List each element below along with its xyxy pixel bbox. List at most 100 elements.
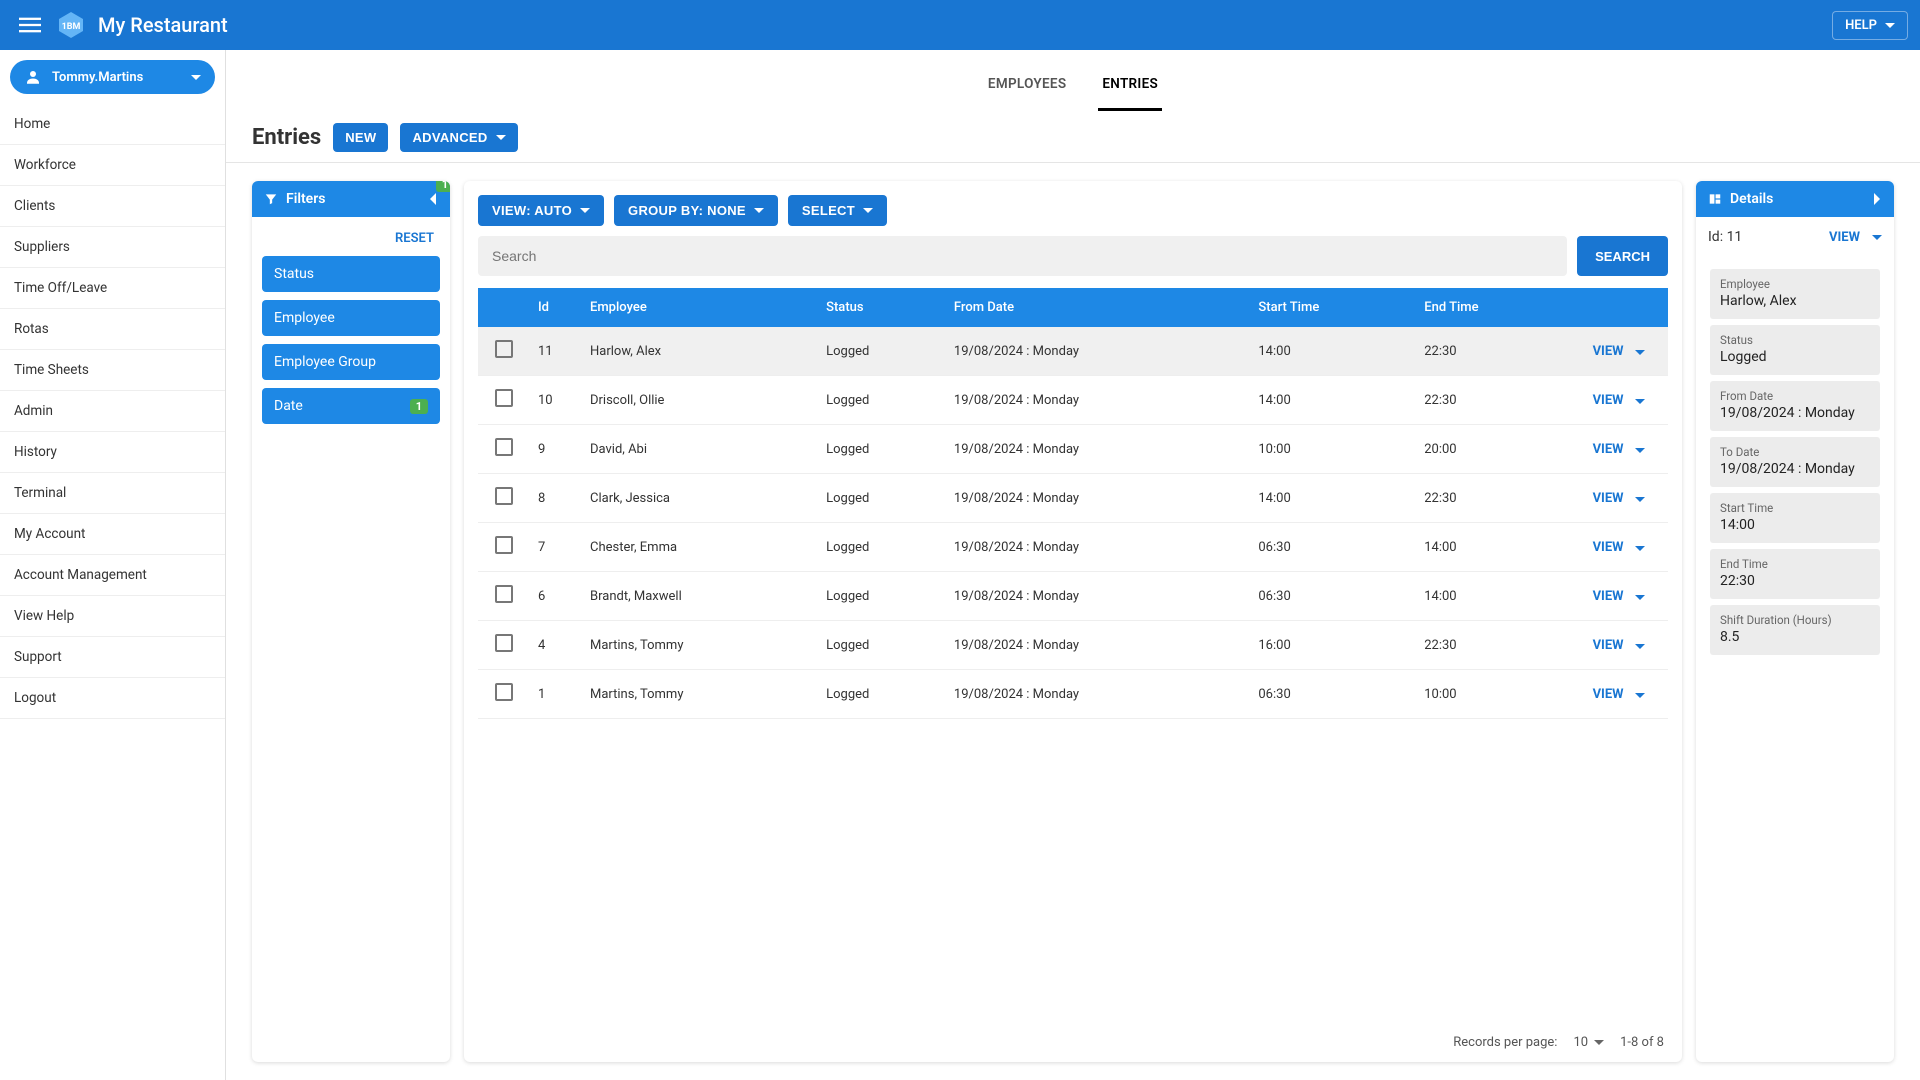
row-view-button[interactable]: VIEW [1593,540,1624,555]
chevron-down-icon[interactable] [1872,235,1882,240]
filter-count-badge: 1 [410,399,428,414]
col-from[interactable]: From Date [946,288,1250,327]
results-panel: VIEW: AUTO GROUP BY: NONE SELECT SEARCH … [464,181,1682,1062]
user-icon [24,68,42,86]
sidebar-item[interactable]: Clients [0,186,225,227]
chevron-down-icon [1594,1040,1604,1045]
row-checkbox[interactable] [495,487,513,505]
row-view-button[interactable]: VIEW [1593,491,1624,506]
detail-card: StatusLogged [1710,325,1880,375]
row-checkbox[interactable] [495,536,513,554]
filters-header[interactable]: Filters [252,181,450,217]
row-view-button[interactable]: VIEW [1593,589,1624,604]
chevron-down-icon[interactable] [1630,638,1650,653]
new-button[interactable]: NEW [333,123,388,152]
tabs: EMPLOYEES ENTRIES [226,50,1920,111]
detail-card: From Date19/08/2024 : Monday [1710,381,1880,431]
svg-text:1BM: 1BM [62,22,81,32]
tab-employees[interactable]: EMPLOYEES [984,68,1070,111]
row-checkbox[interactable] [495,438,513,456]
row-checkbox[interactable] [495,340,513,358]
chevron-down-icon [191,75,201,80]
row-view-button[interactable]: VIEW [1593,687,1624,702]
row-view-button[interactable]: VIEW [1593,344,1624,359]
tab-entries[interactable]: ENTRIES [1098,68,1162,111]
filter-chip[interactable]: Status [262,256,440,292]
table-row[interactable]: 10 Driscoll, Ollie Logged 19/08/2024 : M… [478,376,1668,425]
filter-chip[interactable]: Date1 [262,388,440,424]
sidebar-item[interactable]: Home [0,104,225,145]
sidebar-item[interactable]: My Account [0,514,225,555]
sidebar-item[interactable]: Account Management [0,555,225,596]
sidebar-item[interactable]: Terminal [0,473,225,514]
detail-card: End Time22:30 [1710,549,1880,599]
sidebar-item[interactable]: View Help [0,596,225,637]
details-id: Id: 11 [1708,229,1829,245]
detail-card: Start Time14:00 [1710,493,1880,543]
page-header: Entries NEW ADVANCED [226,111,1920,163]
entries-table: Id Employee Status From Date Start Time … [478,288,1668,719]
detail-card: Shift Duration (Hours)8.5 [1710,605,1880,655]
row-checkbox[interactable] [495,634,513,652]
chevron-down-icon[interactable] [1630,687,1650,702]
chevron-down-icon[interactable] [1630,589,1650,604]
table-row[interactable]: 1 Martins, Tommy Logged 19/08/2024 : Mon… [478,670,1668,719]
sidebar-item[interactable]: Time Off/Leave [0,268,225,309]
table-row[interactable]: 11 Harlow, Alex Logged 19/08/2024 : Mond… [478,327,1668,376]
row-view-button[interactable]: VIEW [1593,393,1624,408]
sidebar-item[interactable]: Time Sheets [0,350,225,391]
row-checkbox[interactable] [495,683,513,701]
col-end[interactable]: End Time [1416,288,1568,327]
advanced-label: ADVANCED [412,130,487,145]
table-row[interactable]: 9 David, Abi Logged 19/08/2024 : Monday … [478,425,1668,474]
group-by-button[interactable]: GROUP BY: NONE [614,195,778,226]
view-mode-button[interactable]: VIEW: AUTO [478,195,604,226]
sidebar-item[interactable]: Admin [0,391,225,432]
details-view-button[interactable]: VIEW [1829,230,1860,245]
advanced-button[interactable]: ADVANCED [400,123,517,152]
hamburger-menu-icon[interactable] [12,7,48,43]
sidebar-item[interactable]: Suppliers [0,227,225,268]
filters-panel: Filters 1 RESET Status Employee Employee G… [252,181,450,1062]
search-input[interactable] [478,236,1567,276]
search-button[interactable]: SEARCH [1577,236,1668,276]
filter-chip[interactable]: Employee [262,300,440,336]
row-view-button[interactable]: VIEW [1593,638,1624,653]
page-range: 1-8 of 8 [1620,1035,1664,1050]
sidebar-item[interactable]: History [0,432,225,473]
per-page-select[interactable]: 10 [1573,1035,1604,1050]
table-row[interactable]: 6 Brandt, Maxwell Logged 19/08/2024 : Mo… [478,572,1668,621]
filter-chip[interactable]: Employee Group [262,344,440,380]
table-row[interactable]: 8 Clark, Jessica Logged 19/08/2024 : Mon… [478,474,1668,523]
chevron-down-icon[interactable] [1630,393,1650,408]
sidebar-item[interactable]: Support [0,637,225,678]
chevron-down-icon[interactable] [1630,344,1650,359]
details-header[interactable]: Details [1696,181,1894,217]
sidebar-item[interactable]: Workforce [0,145,225,186]
sidebar-item[interactable]: Rotas [0,309,225,350]
table-row[interactable]: 4 Martins, Tommy Logged 19/08/2024 : Mon… [478,621,1668,670]
user-name: Tommy.Martins [52,70,181,85]
table-row[interactable]: 7 Chester, Emma Logged 19/08/2024 : Mond… [478,523,1668,572]
col-employee[interactable]: Employee [582,288,818,327]
chevron-down-icon[interactable] [1630,442,1650,457]
help-label: HELP [1845,18,1877,33]
help-button[interactable]: HELP [1832,11,1908,40]
filters-title: Filters [286,191,325,207]
row-checkbox[interactable] [495,389,513,407]
row-checkbox[interactable] [495,585,513,603]
chevron-down-icon[interactable] [1630,491,1650,506]
details-title: Details [1730,191,1773,207]
reset-filters-button[interactable]: RESET [262,225,440,256]
filters-count-badge: 1 [436,181,450,192]
row-view-button[interactable]: VIEW [1593,442,1624,457]
user-menu[interactable]: Tommy.Martins [10,60,215,94]
col-status[interactable]: Status [818,288,946,327]
col-id[interactable]: Id [530,288,582,327]
chevron-down-icon[interactable] [1630,540,1650,555]
app-title: My Restaurant [98,13,1832,37]
sidebar: Tommy.Martins HomeWorkforceClientsSuppli… [0,50,226,1080]
col-start[interactable]: Start Time [1250,288,1416,327]
sidebar-item[interactable]: Logout [0,678,225,719]
select-button[interactable]: SELECT [788,195,887,226]
